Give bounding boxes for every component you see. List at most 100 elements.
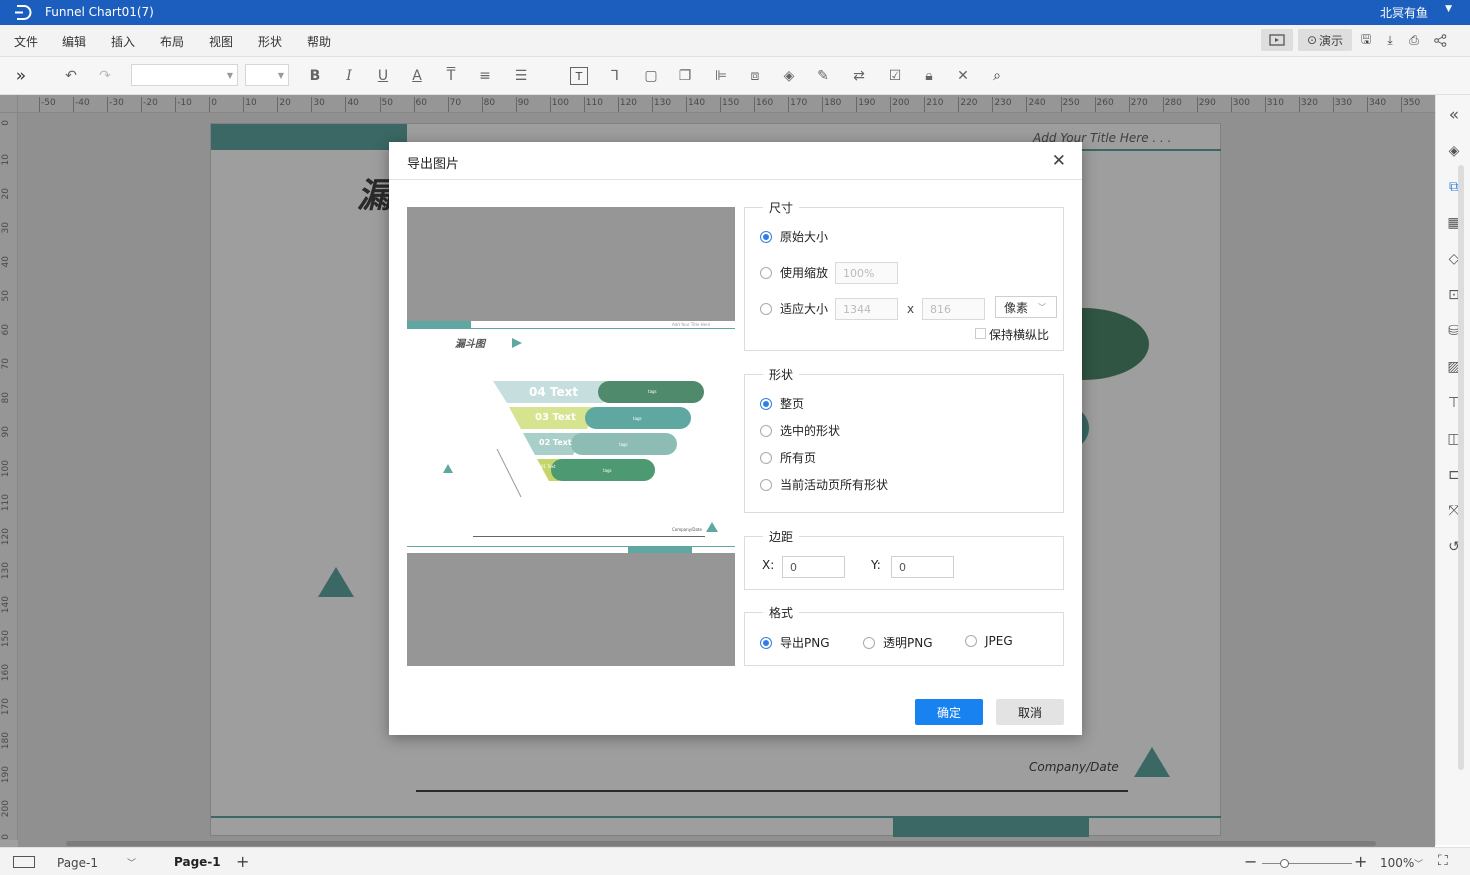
preview-triangle xyxy=(706,522,718,532)
align-left-objects-icon[interactable]: ⊫ xyxy=(712,67,730,85)
edit-shape-icon[interactable]: ☑ xyxy=(886,67,904,85)
margin-x-input[interactable]: 0 xyxy=(782,556,845,578)
collapse-sidebar-icon[interactable]: « xyxy=(1444,105,1464,125)
expand-panel-icon[interactable]: » xyxy=(12,66,30,86)
format-option-label: 透明PNG xyxy=(883,636,933,650)
zoom-slider[interactable] xyxy=(1262,863,1352,864)
app-logo-icon xyxy=(15,5,32,20)
page-panel-icon[interactable] xyxy=(13,856,35,868)
size-fit-radio[interactable]: 适应大小 xyxy=(760,300,828,317)
format-jpeg-radio[interactable]: JPEG xyxy=(965,634,1013,648)
size-scale-radio[interactable]: 使用缩放 xyxy=(760,264,828,281)
menu-layout[interactable]: 布局 xyxy=(160,33,184,50)
page-select[interactable]: Page-1 xyxy=(57,856,98,870)
unit-value: 像素 xyxy=(1004,300,1029,315)
line-spacing-icon[interactable]: ☰ xyxy=(512,67,530,85)
radio-dot xyxy=(965,635,977,647)
screen-icon xyxy=(1269,34,1285,46)
menu-file[interactable]: 文件 xyxy=(14,33,38,50)
radio-dot xyxy=(760,424,772,437)
close-icon[interactable]: ✕ xyxy=(1052,151,1066,171)
bold-icon[interactable]: B xyxy=(306,67,324,85)
radio-dot xyxy=(760,478,772,491)
shape-option-label: 当前活动页所有形状 xyxy=(780,478,889,492)
menu-help[interactable]: 帮助 xyxy=(307,33,331,50)
shape-whole-page-radio[interactable]: 整页 xyxy=(760,395,804,412)
document-title: Funnel Chart01(7) xyxy=(45,5,154,19)
save-icon: 🖫 xyxy=(1360,31,1372,46)
font-color-icon[interactable]: A xyxy=(408,67,426,85)
present-button[interactable]: ⊙ 演示 xyxy=(1298,29,1352,51)
margin-y-input[interactable]: 0 xyxy=(891,556,954,578)
format-transparent-png-radio[interactable]: 透明PNG xyxy=(863,634,933,651)
line-color-icon[interactable]: ✎ xyxy=(814,67,832,85)
format-option-label: 导出PNG xyxy=(780,636,830,650)
shadow-icon[interactable]: ❐ xyxy=(676,67,694,85)
preview-funnel xyxy=(493,381,704,481)
menu-edit[interactable]: 编辑 xyxy=(62,33,86,50)
font-size-select[interactable]: ▼ xyxy=(245,64,289,86)
zoom-level[interactable]: 100% xyxy=(1380,856,1414,870)
lock-icon[interactable]: 🔒︎ xyxy=(920,67,938,85)
chevron-down-icon[interactable]: ▼ xyxy=(1445,4,1452,14)
zoom-in-icon[interactable]: + xyxy=(1354,852,1367,871)
search-icon[interactable]: ⌕ xyxy=(988,67,1006,85)
preview-triangle xyxy=(443,464,453,473)
underline-icon[interactable]: U xyxy=(374,67,392,85)
shape-legend: 形状 xyxy=(763,366,800,383)
text-box-icon[interactable]: T xyxy=(570,67,588,85)
page-tab[interactable]: Page-1 xyxy=(174,855,221,869)
user-name[interactable]: 北冥有鱼 xyxy=(1380,4,1428,21)
shape-all-pages-radio[interactable]: 所有页 xyxy=(760,449,816,466)
line-style-icon[interactable]: ⇄ xyxy=(850,67,868,85)
menu-view[interactable]: 视图 xyxy=(209,33,233,50)
unit-select[interactable]: 像素 ﹀ xyxy=(995,296,1057,318)
italic-icon[interactable]: I xyxy=(340,67,358,85)
shape-selected-radio[interactable]: 选中的形状 xyxy=(760,422,840,439)
connector-icon[interactable]: ⅂ xyxy=(606,67,624,85)
radio-dot xyxy=(760,397,772,410)
text-style-icon[interactable]: T xyxy=(442,67,460,85)
add-page-button[interactable]: + xyxy=(236,852,249,871)
align-icon[interactable]: ≡ xyxy=(476,67,494,85)
fill-icon[interactable]: ◈ xyxy=(780,67,798,85)
vertical-scrollbar[interactable] xyxy=(1458,165,1464,770)
dialog-title: 导出图片 xyxy=(407,157,460,172)
menu-insert[interactable]: 插入 xyxy=(111,33,135,50)
save-button[interactable]: 🖫 xyxy=(1356,29,1376,51)
export-image-dialog: 导出图片 ✕ Add Your Title Here 漏斗图 04 Text 0… xyxy=(389,142,1082,735)
width-input[interactable]: 1344 xyxy=(835,298,898,320)
shape-active-page-radio[interactable]: 当前活动页所有形状 xyxy=(760,476,888,493)
preview-footer-rule xyxy=(473,536,705,537)
height-input[interactable]: 816 xyxy=(922,298,985,320)
margin-y-label: Y: xyxy=(871,558,881,572)
shape-outline-icon[interactable]: ▢ xyxy=(642,67,660,85)
font-family-select[interactable]: ▼ xyxy=(131,64,238,86)
preview-diagonal-line xyxy=(496,448,522,498)
margin-legend: 边距 xyxy=(763,528,800,545)
share-button[interactable] xyxy=(1430,29,1450,51)
fullscreen-view-button[interactable] xyxy=(1261,29,1293,51)
keep-ratio-checkbox[interactable] xyxy=(975,328,986,339)
preview-level-3: 03 Text xyxy=(535,412,576,423)
size-original-radio[interactable]: 原始大小 xyxy=(760,228,828,245)
chevron-down-icon[interactable]: ﹀ xyxy=(127,856,136,869)
format-png-radio[interactable]: 导出PNG xyxy=(760,634,830,651)
fill-bucket-icon[interactable]: ◈ xyxy=(1444,141,1464,161)
zoom-slider-handle[interactable] xyxy=(1280,859,1289,868)
print-button[interactable]: ⎙ xyxy=(1404,29,1424,51)
group-icon[interactable]: ⧈ xyxy=(746,67,764,85)
zoom-out-icon[interactable]: − xyxy=(1244,852,1257,871)
chevron-down-icon[interactable]: ﹀ xyxy=(1414,857,1423,870)
redo-icon[interactable]: ↷ xyxy=(96,67,114,85)
menu-shape[interactable]: 形状 xyxy=(258,33,282,50)
cancel-button[interactable]: 取消 xyxy=(996,699,1064,725)
format-toolbar: » ↶ ↷ ▼ ▼ B I U A T ≡ ☰ T ⅂ ▢ ❐ ⊫ ⧈ ◈ ✎ … xyxy=(0,57,1470,95)
export-button[interactable]: ⤓ xyxy=(1380,29,1400,51)
fit-screen-icon[interactable]: ⛶ xyxy=(1438,853,1448,869)
scale-input[interactable]: 100% xyxy=(835,262,898,284)
shape-option-label: 整页 xyxy=(780,397,805,411)
undo-icon[interactable]: ↶ xyxy=(62,67,80,85)
ok-button[interactable]: 确定 xyxy=(915,699,983,725)
tools-icon[interactable]: ✕ xyxy=(954,67,972,85)
